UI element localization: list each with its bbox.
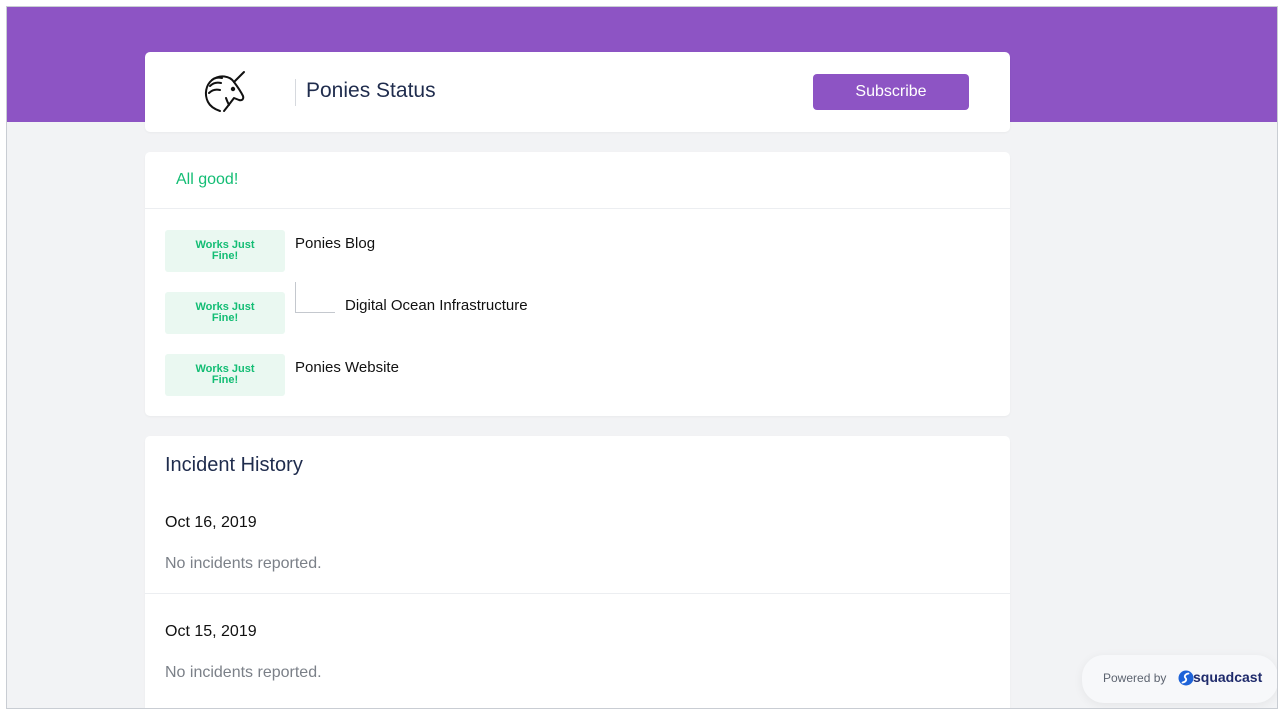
history-date: Oct 16, 2019 (165, 514, 257, 531)
status-card: All good! Works Just Fine! Ponies Blog W… (145, 152, 1010, 416)
subscribe-button[interactable]: Subscribe (813, 74, 969, 110)
status-badge: Works Just Fine! (165, 230, 285, 272)
component-name: Ponies Blog (295, 235, 376, 252)
component-name: Digital Ocean Infrastructure (345, 297, 528, 314)
component-row: Works Just Fine! Digital Ocean Infrastru… (165, 282, 985, 334)
history-date: Oct 15, 2019 (165, 623, 257, 640)
header-divider (295, 79, 296, 106)
squadcast-logo-icon (1178, 670, 1194, 686)
incident-history-title: Incident History (165, 454, 303, 476)
unicorn-icon (204, 71, 245, 112)
squadcast-brand: squadcast (1193, 669, 1263, 685)
component-row: Works Just Fine! Ponies Blog (165, 230, 985, 272)
status-badge: Works Just Fine! (165, 354, 285, 396)
header-card: Ponies Status Subscribe (145, 52, 1010, 132)
status-badge: Works Just Fine! (165, 292, 285, 334)
component-name: Ponies Website (295, 359, 399, 376)
overall-status: All good! (176, 171, 239, 188)
powered-by-badge[interactable]: Powered by squadcast (1082, 655, 1277, 703)
powered-by-label: Powered by (1103, 671, 1167, 685)
incident-history-card: Incident History Oct 16, 2019 No inciden… (145, 436, 1010, 708)
history-message: No incidents reported. (165, 555, 322, 572)
tree-connector (295, 282, 335, 313)
component-row: Works Just Fine! Ponies Website (165, 354, 985, 396)
status-divider (145, 208, 1010, 209)
history-divider (145, 593, 1010, 594)
history-message: No incidents reported. (165, 664, 322, 681)
page-title: Ponies Status (306, 79, 436, 102)
page-frame: Ponies Status Subscribe All good! Works … (6, 6, 1278, 709)
